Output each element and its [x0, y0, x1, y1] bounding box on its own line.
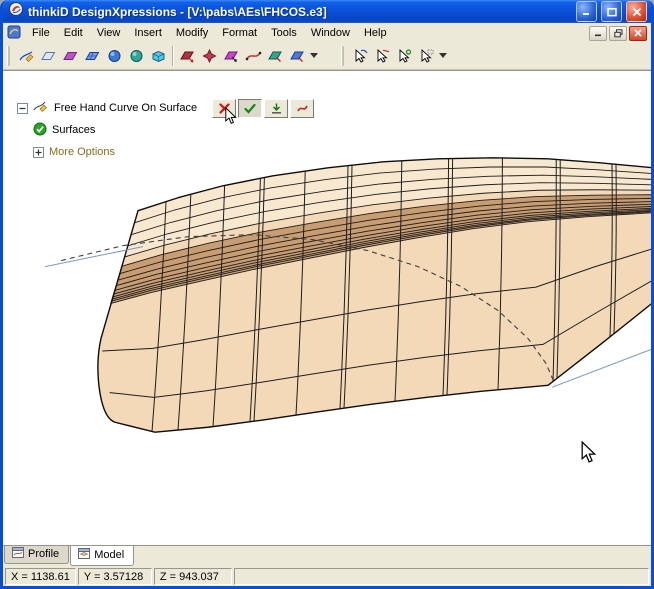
apply-button[interactable]	[264, 98, 289, 118]
status-y-coordinate: Y = 3.57128	[77, 568, 152, 585]
menu-format[interactable]: Format	[215, 25, 264, 41]
select-point-tool-icon[interactable]	[393, 45, 415, 67]
window-title: thinkiD DesignXpressions - [V:\pabs\AEs\…	[28, 4, 327, 19]
more-options-label[interactable]: More Options	[49, 146, 115, 158]
freehand-curve-icon	[33, 99, 49, 117]
edit-curve-button[interactable]	[290, 98, 315, 118]
titlebar[interactable]: thinkiD DesignXpressions - [V:\pabs\AEs\…	[3, 0, 651, 23]
select-mesh-tool-icon[interactable]	[371, 45, 393, 67]
tree-row-surfaces: Surfaces	[17, 119, 314, 141]
mouse-cursor-icon	[581, 441, 597, 463]
close-button[interactable]	[626, 1, 647, 22]
sheet-tabbar: Profile Model	[3, 545, 651, 566]
small-cursor-icon	[225, 107, 237, 124]
menu-modify[interactable]: Modify	[169, 25, 215, 41]
collapse-icon[interactable]	[17, 102, 28, 114]
tab-profile-label: Profile	[28, 548, 60, 560]
expand-icon[interactable]	[33, 146, 44, 158]
tab-model[interactable]: Model	[70, 546, 135, 566]
sphere-teal-icon[interactable]	[125, 45, 147, 67]
menu-window[interactable]: Window	[304, 25, 357, 41]
plane-surface-icon[interactable]	[37, 45, 59, 67]
modify-curve-icon[interactable]	[242, 45, 264, 67]
menu-view[interactable]: View	[90, 25, 128, 41]
patch-magenta-icon[interactable]	[59, 45, 81, 67]
status-empty-panel	[233, 568, 649, 585]
surfaces-label: Surfaces	[52, 124, 96, 136]
menu-help[interactable]: Help	[357, 25, 394, 41]
sketch-curve-icon[interactable]	[15, 45, 37, 67]
statusbar: X = 1138.61 Y = 3.57128 Z = 943.037	[3, 566, 651, 586]
maximize-button[interactable]	[601, 1, 622, 22]
select-curve-tool-icon[interactable]	[349, 45, 371, 67]
model-tab-icon	[78, 548, 91, 562]
command-panel: Free Hand Curve On Surface Surfaces More…	[17, 97, 315, 163]
modify-surface-red-icon[interactable]	[176, 45, 198, 67]
toolbar-dropdown-icon[interactable]	[308, 45, 320, 67]
status-x-coordinate: X = 1138.61	[5, 568, 76, 585]
modify-teal-icon[interactable]	[264, 45, 286, 67]
panel-header: Free Hand Curve On Surface	[54, 102, 198, 114]
tab-model-label: Model	[94, 549, 125, 561]
select-dropdown-icon[interactable]	[437, 45, 449, 67]
main-toolbar	[3, 43, 651, 70]
viewport[interactable]: Free Hand Curve On Surface Surfaces More…	[3, 70, 651, 545]
tree-row-more-options: More Options	[17, 141, 314, 163]
minimize-button[interactable]	[576, 1, 597, 22]
mdi-restore-button[interactable]	[609, 25, 627, 41]
mesh-surface-icon[interactable]	[81, 45, 103, 67]
modify-star-icon[interactable]	[198, 45, 220, 67]
sphere-blue-icon[interactable]	[103, 45, 125, 67]
app-window: thinkiD DesignXpressions - [V:\pabs\AEs\…	[0, 0, 654, 589]
sketch-on-surface-tool-icon[interactable]	[415, 45, 437, 67]
modify-blue-icon[interactable]	[286, 45, 308, 67]
toolbar-grip[interactable]	[7, 46, 10, 66]
menu-insert[interactable]: Insert	[127, 25, 169, 41]
accept-button[interactable]	[238, 98, 263, 118]
menu-edit[interactable]: Edit	[57, 25, 90, 41]
document-icon	[7, 25, 21, 42]
menubar: File Edit View Insert Modify Format Tool…	[3, 23, 651, 43]
toolbar-grip-2[interactable]	[341, 46, 344, 66]
profile-tab-icon	[12, 547, 24, 561]
box-solid-icon[interactable]	[147, 45, 169, 67]
tab-profile[interactable]: Profile	[4, 546, 70, 564]
toolbar-separator	[172, 46, 173, 66]
app-icon	[8, 1, 24, 22]
mdi-close-button[interactable]	[629, 25, 647, 41]
surfaces-check-icon	[33, 122, 47, 139]
menu-tools[interactable]: Tools	[264, 25, 304, 41]
modify-magenta-icon[interactable]	[220, 45, 242, 67]
menu-file[interactable]: File	[25, 25, 57, 41]
tree-row-freehand-curve: Free Hand Curve On Surface	[17, 97, 315, 119]
mdi-minimize-button[interactable]	[589, 25, 607, 41]
status-z-coordinate: Z = 943.037	[153, 568, 232, 585]
